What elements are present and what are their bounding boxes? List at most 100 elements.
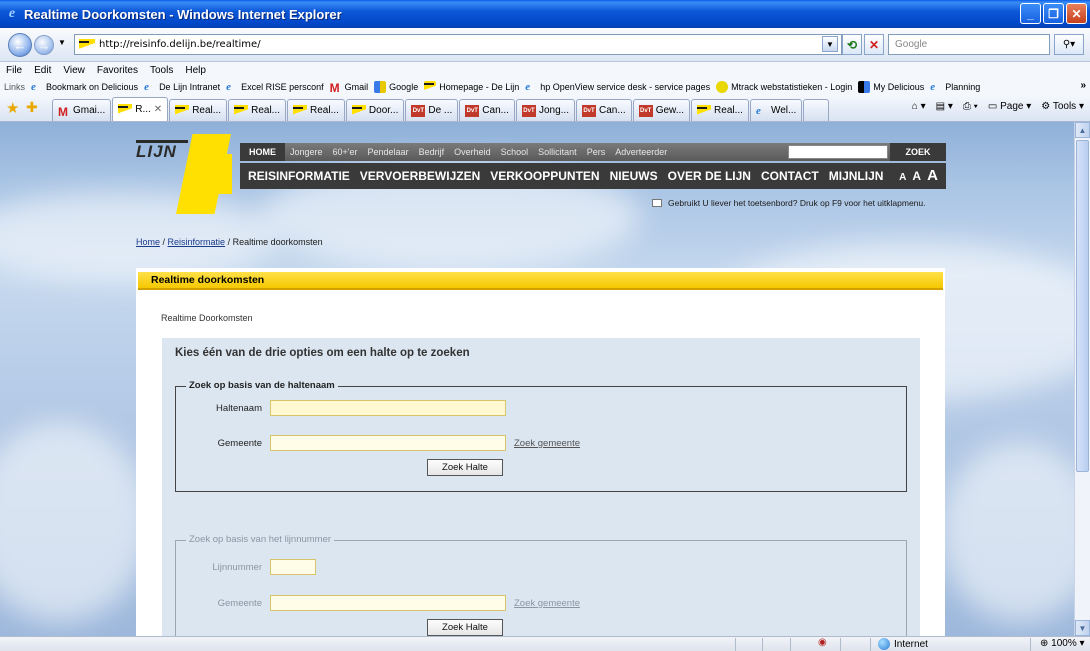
page-menu[interactable]: ▭ Page ▾ (988, 101, 1031, 112)
zoom-level[interactable]: ⊕ 100% ▾ (1040, 638, 1085, 649)
browser-tab[interactable]: DvT Gew... (632, 99, 691, 121)
browser-tab[interactable]: DvT De ... (405, 99, 459, 121)
new-tab-button[interactable] (803, 99, 830, 121)
nav-pers[interactable]: Pers (582, 147, 611, 157)
link-item[interactable]: Homepage - De Lijn (424, 80, 519, 93)
zoek-halte-button[interactable]: Zoek Halte (427, 459, 503, 476)
link-item[interactable]: e Excel RISE persconf (226, 81, 324, 93)
link-item[interactable]: e Bookmark on Delicious (31, 81, 138, 93)
nav-60plus[interactable]: 60+'er (328, 147, 363, 157)
refresh-icon[interactable]: ⟲ (842, 34, 862, 55)
scroll-up-icon[interactable]: ▲ (1075, 122, 1090, 138)
link-item[interactable]: Mtrack webstatistieken - Login (716, 80, 852, 93)
address-bar[interactable]: http://reisinfo.delijn.be/realtime/ (74, 34, 842, 55)
browser-tab[interactable]: e Wel... (749, 99, 803, 121)
browser-tab[interactable]: Real... (228, 99, 286, 121)
browser-tab[interactable]: Real... (691, 99, 749, 121)
breadcrumb-home[interactable]: Home (136, 237, 160, 247)
stop-icon[interactable]: ✕ (864, 34, 884, 55)
forward-button[interactable]: → (34, 35, 54, 55)
font-size-large[interactable]: A (927, 167, 938, 184)
browser-tab[interactable]: R... ✕ (112, 97, 169, 121)
gemeente-input[interactable] (270, 595, 506, 611)
nav-home[interactable]: HOME (240, 143, 285, 161)
nav-over-de-lijn[interactable]: OVER DE LIJN (663, 169, 756, 183)
vertical-scrollbar[interactable]: ▲ ▼ (1074, 122, 1090, 636)
nav-pendelaar[interactable]: Pendelaar (363, 147, 414, 157)
tab-label: Wel... (770, 105, 797, 116)
links-chevron-icon[interactable]: » (1080, 80, 1086, 91)
address-url: http://reisinfo.delijn.be/realtime/ (99, 39, 261, 50)
address-dropdown-icon[interactable]: ▼ (822, 36, 838, 52)
browser-tab[interactable]: DvT Can... (459, 99, 515, 121)
nav-contact[interactable]: CONTACT (756, 169, 824, 183)
print-icon[interactable]: ⎙ ▾ (963, 101, 978, 112)
nav-overheid[interactable]: Overheid (449, 147, 496, 157)
panel-subtitle: Realtime Doorkomsten (161, 313, 253, 323)
home-icon[interactable]: ⌂ ▾ (912, 101, 926, 112)
gemeente-input[interactable] (270, 435, 506, 451)
lijn-icon (351, 104, 366, 117)
site-search-input[interactable] (788, 145, 888, 159)
feeds-icon[interactable]: ▤ ▾ (936, 101, 953, 112)
link-item[interactable]: M Gmail (330, 81, 369, 95)
tools-menu[interactable]: ⚙ Tools ▾ (1041, 101, 1084, 112)
browser-tab[interactable]: DvT Can... (576, 99, 632, 121)
zoek-gemeente-link[interactable]: Zoek gemeente (514, 598, 580, 609)
font-size-medium[interactable]: A (912, 169, 921, 183)
nav-adverteerder[interactable]: Adverteerder (610, 147, 672, 157)
nav-nieuws[interactable]: NIEUWS (605, 169, 663, 183)
zoek-gemeente-link[interactable]: Zoek gemeente (514, 438, 580, 449)
browser-tab[interactable]: Real... (287, 99, 345, 121)
logo-shape (206, 154, 232, 194)
breadcrumb-current: Realtime doorkomsten (232, 237, 323, 247)
nav-school[interactable]: School (496, 147, 534, 157)
close-tab-icon[interactable]: ✕ (154, 104, 162, 115)
font-size-small[interactable]: A (899, 172, 906, 183)
search-input[interactable]: Google (888, 34, 1050, 55)
nav-verkooppunten[interactable]: VERKOOPPUNTEN (485, 169, 604, 183)
history-dropdown-icon[interactable]: ▼ (58, 38, 66, 47)
tab-label: Gmai... (73, 105, 106, 116)
nav-vervoerbewijzen[interactable]: VERVOERBEWIJZEN (355, 169, 485, 183)
haltenaam-input[interactable] (270, 400, 506, 416)
site-search-button[interactable]: ZOEK (890, 143, 946, 161)
menu-edit[interactable]: Edit (34, 65, 51, 76)
search-icon[interactable]: ⚲▾ (1054, 34, 1084, 55)
breadcrumb-reisinformatie[interactable]: Reisinformatie (168, 237, 226, 247)
nav-bedrijf[interactable]: Bedrijf (414, 147, 450, 157)
add-favorite-icon[interactable]: ✚ (26, 99, 38, 116)
delijn-logo[interactable]: LIJN (136, 134, 232, 214)
nav-sollicitant[interactable]: Sollicitant (533, 147, 582, 157)
link-item[interactable]: e De Lijn Intranet (144, 81, 220, 93)
ie-icon: e (31, 80, 36, 93)
maximize-button[interactable]: ❐ (1043, 3, 1064, 24)
nav-mijnlijn[interactable]: MIJNLIJN (824, 169, 889, 183)
browser-tab[interactable]: DvT Jong... (515, 99, 575, 121)
browser-tab[interactable]: M Gmai... (52, 99, 112, 121)
privacy-icon[interactable]: ◉ (818, 637, 827, 648)
minimize-button[interactable]: _ (1020, 3, 1041, 24)
link-item[interactable]: Google (374, 80, 418, 93)
lijnnummer-input[interactable] (270, 559, 316, 575)
browser-tab[interactable]: Door... (345, 99, 405, 121)
zoek-halte-button[interactable]: Zoek Halte (427, 619, 503, 636)
link-item[interactable]: e hp OpenView service desk - service page… (525, 81, 710, 93)
link-item[interactable]: e Planning (930, 81, 980, 93)
menu-favorites[interactable]: Favorites (97, 65, 138, 76)
menu-tools[interactable]: Tools (150, 65, 173, 76)
browser-tab[interactable]: Real... (169, 99, 228, 121)
scrollbar-thumb[interactable] (1076, 140, 1089, 472)
close-button[interactable]: ✕ (1066, 3, 1087, 24)
menu-file[interactable]: File (6, 65, 22, 76)
link-item[interactable]: My Delicious (858, 80, 924, 93)
menu-help[interactable]: Help (185, 65, 206, 76)
nav-jongere[interactable]: Jongere (285, 147, 328, 157)
back-button[interactable]: ← (8, 33, 32, 57)
ie-icon: e (8, 6, 16, 21)
nav-reisinformatie[interactable]: REISINFORMATIE (243, 169, 355, 183)
menu-view[interactable]: View (63, 65, 85, 76)
favorites-star-icon[interactable]: ★ (6, 99, 19, 117)
cloud (940, 442, 1074, 622)
scroll-down-icon[interactable]: ▼ (1075, 620, 1090, 636)
